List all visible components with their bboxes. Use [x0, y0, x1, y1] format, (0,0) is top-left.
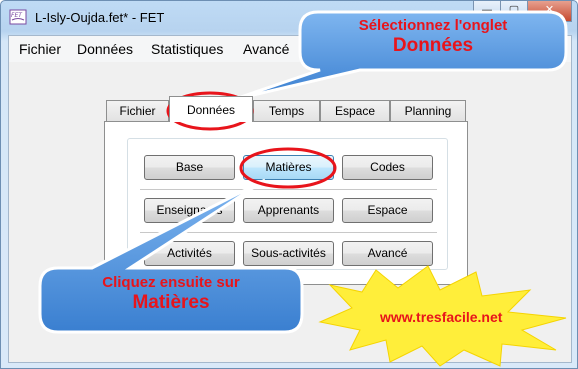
tab-planning[interactable]: Planning: [390, 100, 466, 121]
svg-text:FET: FET: [11, 12, 23, 19]
base-button[interactable]: Base: [144, 155, 235, 180]
callout-top-line1: Sélectionnez l'onglet: [358, 17, 508, 34]
sous-activites-button[interactable]: Sous-activités: [243, 241, 334, 266]
matieres-button[interactable]: Matières: [243, 155, 334, 180]
enseignants-button[interactable]: Enseignants: [144, 198, 235, 223]
activites-button[interactable]: Activités: [144, 241, 235, 266]
codes-button[interactable]: Codes: [342, 155, 433, 180]
tab-fichier[interactable]: Fichier: [106, 100, 169, 121]
tab-donnees[interactable]: Données: [169, 96, 253, 122]
tab-temps[interactable]: Temps: [253, 100, 320, 121]
avance-button[interactable]: Avancé: [342, 241, 433, 266]
fet-app-icon: FET: [9, 9, 27, 25]
espace-button[interactable]: Espace: [342, 198, 433, 223]
promo-url: www.tresfacile.net: [380, 309, 503, 325]
apprenants-button[interactable]: Apprenants: [243, 198, 334, 223]
separator-2: [140, 232, 437, 233]
callout-top-line2: Données: [392, 35, 474, 56]
window-title: L-Isly-Oujda.fet* - FET: [35, 10, 165, 25]
menu-fichier[interactable]: Fichier: [19, 41, 61, 57]
callout-top-text: Sélectionnez l'onglet Données: [306, 17, 560, 58]
callout-bottom-text: Cliquez ensuite sur Matières: [46, 274, 296, 315]
tab-espace[interactable]: Espace: [320, 100, 390, 121]
menu-avance[interactable]: Avancé: [243, 41, 289, 57]
menu-donnees[interactable]: Données: [77, 41, 133, 57]
menu-statistiques[interactable]: Statistiques: [151, 41, 223, 57]
separator-1: [140, 189, 437, 190]
callout-bottom-line1: Cliquez ensuite sur: [102, 274, 240, 291]
callout-bottom-line2: Matières: [132, 292, 210, 313]
